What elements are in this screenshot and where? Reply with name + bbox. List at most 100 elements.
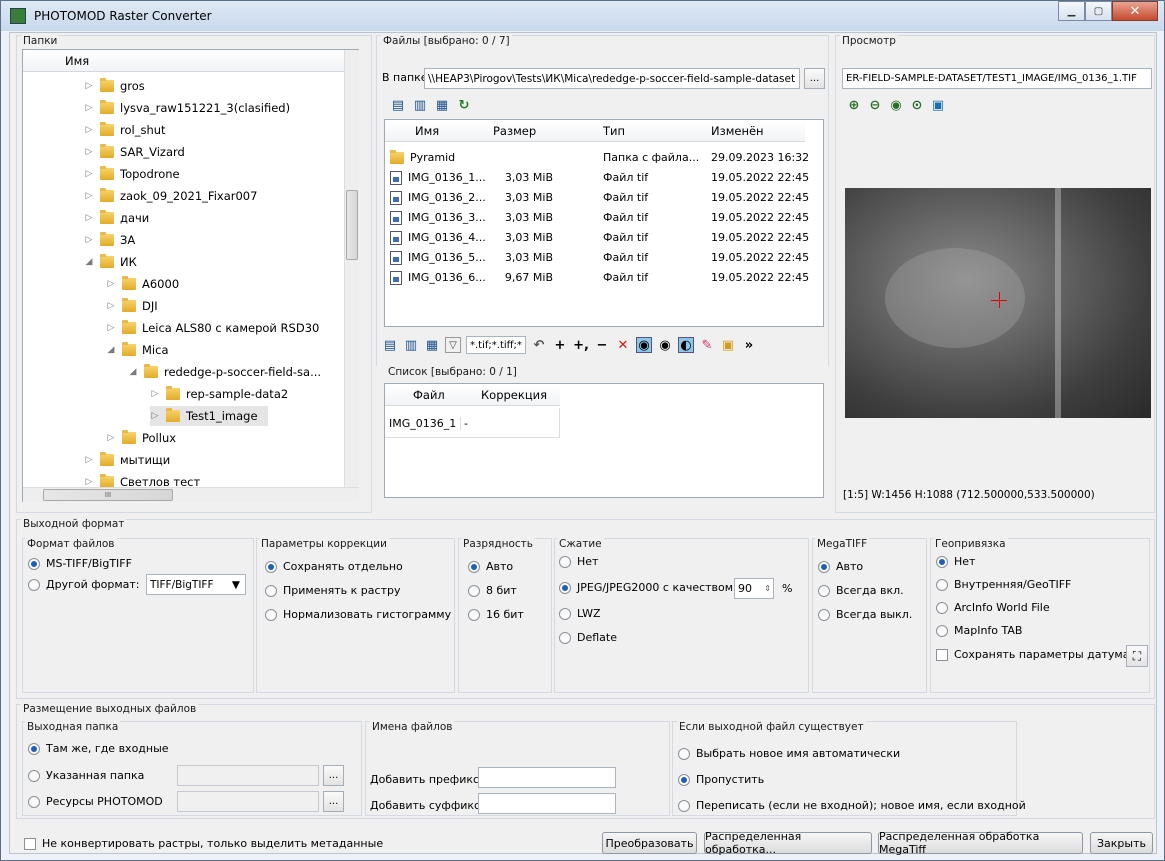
tree-item[interactable]: ▷ SAR_Vizard: [84, 142, 185, 162]
col-type[interactable]: Тип: [603, 124, 625, 138]
format-select[interactable]: TIFF/BigTIFF ▼: [146, 574, 246, 595]
expand-arrow-icon[interactable]: ▷: [84, 455, 94, 465]
folder-resources-radio[interactable]: Ресурсы PHOTOMOD: [28, 795, 163, 808]
filter-field[interactable]: *.tif;*.tiff;*: [466, 336, 526, 354]
list-view-icon[interactable]: ▤: [390, 97, 406, 113]
metadata-only-checkbox[interactable]: Не конвертировать растры, только выделит…: [24, 837, 383, 850]
format-other-radio[interactable]: Другой формат:: [28, 578, 140, 591]
tree-item[interactable]: ▷ ЗА: [84, 230, 135, 250]
expand-arrow-icon[interactable]: ▷: [84, 191, 94, 201]
tree-item[interactable]: ◢ Mica: [106, 340, 169, 360]
tree-item[interactable]: ▷ Pollux: [106, 428, 176, 448]
zoom-out-icon[interactable]: ⊖: [867, 97, 883, 113]
columns-view-icon[interactable]: ▦: [434, 97, 450, 113]
tree-item[interactable]: ▷ дачи: [84, 208, 149, 228]
close-button[interactable]: Закрыть: [1090, 832, 1153, 854]
exists-overwrite-radio[interactable]: Переписать (если не входной); новое имя,…: [678, 799, 1026, 812]
col-name[interactable]: Имя: [415, 124, 439, 138]
file-row[interactable]: IMG_0136_3... 3,03 MiB Файл tif 19.05.2022 …: [385, 208, 809, 227]
georef-geotiff-radio[interactable]: Внутренняя/GeoTIFF: [936, 578, 1071, 591]
tree-item[interactable]: ▷ Topodrone: [84, 164, 180, 184]
expand-arrow-icon[interactable]: ▷: [84, 147, 94, 157]
preview-icon[interactable]: ◐: [678, 337, 694, 353]
distributed-megatiff-button[interactable]: Распределенная обработка MegaTiff: [878, 830, 1083, 856]
correction-separate-radio[interactable]: Сохранять отдельно: [265, 560, 403, 573]
folder-specified-radio[interactable]: Указанная папка: [28, 769, 144, 782]
georef-none-radio[interactable]: Нет: [936, 555, 975, 568]
georef-mapinfo-radio[interactable]: MapInfo TAB: [936, 624, 1022, 637]
preview-image[interactable]: [845, 188, 1151, 418]
convert-button[interactable]: Преобразовать: [602, 832, 697, 854]
eye-icon[interactable]: ◉: [657, 337, 673, 353]
suffix-input[interactable]: [478, 793, 616, 814]
compression-jpeg-radio[interactable]: JPEG/JPEG2000 с качеством: [559, 581, 733, 594]
expand-arrow-icon[interactable]: ▷: [84, 235, 94, 245]
expand-arrow-icon[interactable]: ▷: [106, 433, 116, 443]
list-view-icon-2[interactable]: ▤: [382, 337, 398, 353]
image-info-icon[interactable]: ▣: [930, 97, 946, 113]
col-correction[interactable]: Коррекция: [481, 388, 547, 402]
format-mstiff-radio[interactable]: MS-TIFF/BigTIFF: [28, 557, 132, 570]
expand-arrow-icon[interactable]: ▷: [84, 169, 94, 179]
correction-apply-radio[interactable]: Применять к растру: [265, 584, 400, 597]
expand-arrow-icon[interactable]: ▷: [106, 301, 116, 311]
expand-arrow-icon[interactable]: ▷: [84, 103, 94, 113]
list-row[interactable]: IMG_0136_1 -: [385, 408, 560, 438]
expand-arrow-icon[interactable]: ▷: [150, 389, 160, 399]
tree-vscroll-thumb[interactable]: [346, 190, 358, 260]
col-file[interactable]: Файл: [413, 388, 445, 402]
depth-auto-radio[interactable]: Авто: [468, 560, 513, 573]
undo-icon[interactable]: ↶: [531, 337, 547, 353]
prefix-input[interactable]: [478, 767, 616, 788]
megatiff-on-radio[interactable]: Всегда вкл.: [818, 584, 904, 597]
quality-stepper[interactable]: 90 ⇕: [734, 578, 774, 599]
folder-same-radio[interactable]: Там же, где входные: [28, 742, 169, 755]
tree-item[interactable]: ▷ Test1_image: [150, 406, 268, 426]
tree-hscroll-thumb[interactable]: III: [43, 489, 173, 501]
remove-icon[interactable]: −: [594, 337, 610, 353]
correction-normalize-radio[interactable]: Нормализовать гистограмму: [265, 608, 451, 621]
filter-icon[interactable]: ▽: [445, 337, 461, 353]
folder-path-field[interactable]: \\HEAP3\Pirogov\Tests\ИК\Mica\rededge-p-…: [424, 68, 800, 89]
tree-item[interactable]: ▷ gros: [84, 76, 145, 96]
collapse-arrow-icon[interactable]: ◢: [106, 345, 116, 355]
resources-folder-field[interactable]: [177, 791, 319, 812]
tree-item[interactable]: ▷ Светлов тест: [84, 472, 200, 488]
tree-item[interactable]: ▷ мытищи: [84, 450, 170, 470]
zoom-actual-icon[interactable]: ⊙: [909, 97, 925, 113]
tree-item[interactable]: ▷ lysva_raw151221_3(clasified): [84, 98, 290, 118]
zoom-in-icon[interactable]: ⊕: [846, 97, 862, 113]
expand-arrow-icon[interactable]: ▷: [84, 81, 94, 91]
file-row[interactable]: IMG_0136_1... 3,03 MiB Файл tif 19.05.2022 …: [385, 168, 809, 187]
file-row[interactable]: IMG_0136_2... 3,03 MiB Файл tif 19.05.2022 …: [385, 188, 809, 207]
specified-folder-field[interactable]: [177, 765, 319, 786]
add-icon[interactable]: +: [552, 337, 568, 353]
tree-hscrollbar[interactable]: III: [23, 487, 359, 502]
distributed-button[interactable]: Распределенная обработка...: [704, 830, 872, 856]
browse-folder-button[interactable]: ...: [804, 68, 825, 89]
megatiff-off-radio[interactable]: Всегда выкл.: [818, 608, 912, 621]
expand-arrow-icon[interactable]: ▷: [84, 477, 94, 487]
files-table[interactable]: Имя Размер Тип Изменён Pyramid Папка с фа…: [384, 119, 824, 327]
tree-item[interactable]: ▷ zaok_09_2021_Fixar007: [84, 186, 257, 206]
edit-icon[interactable]: ✎: [699, 337, 715, 353]
maximize-button[interactable]: ▢: [1085, 1, 1112, 21]
depth-16bit-radio[interactable]: 16 бит: [468, 608, 524, 621]
datum-settings-button[interactable]: ⛶: [1126, 645, 1148, 667]
collapse-arrow-icon[interactable]: ◢: [84, 257, 94, 267]
file-row[interactable]: IMG_0136_6... 9,67 MiB Файл tif 19.05.2022 …: [385, 268, 809, 287]
close-window-button[interactable]: ✕: [1112, 1, 1158, 21]
tree-vscrollbar[interactable]: [344, 50, 359, 488]
tree-item[interactable]: ▷ rol_shut: [84, 120, 166, 140]
megatiff-auto-radio[interactable]: Авто: [818, 560, 863, 573]
collapse-arrow-icon[interactable]: ◢: [128, 367, 138, 377]
tree-header[interactable]: Имя: [23, 50, 344, 72]
georef-world-file-radio[interactable]: ArcInfo World File: [936, 601, 1050, 614]
tree-item[interactable]: ◢ rededge-p-soccer-field-sa...: [128, 362, 321, 382]
save-datum-checkbox[interactable]: Сохранять параметры датума: [936, 648, 1129, 661]
preview-path-field[interactable]: ER-FIELD-SAMPLE-DATASET/TEST1_IMAGE/IMG_…: [842, 68, 1152, 89]
list-table[interactable]: Файл Коррекция IMG_0136_1 -: [384, 383, 824, 498]
folder-tree[interactable]: Имя ▷ gros ▷ lysva_raw151221_3(clasified) ▷ r…: [22, 49, 359, 502]
details-view-icon-2[interactable]: ▥: [403, 337, 419, 353]
zoom-fit-icon[interactable]: ◉: [888, 97, 904, 113]
